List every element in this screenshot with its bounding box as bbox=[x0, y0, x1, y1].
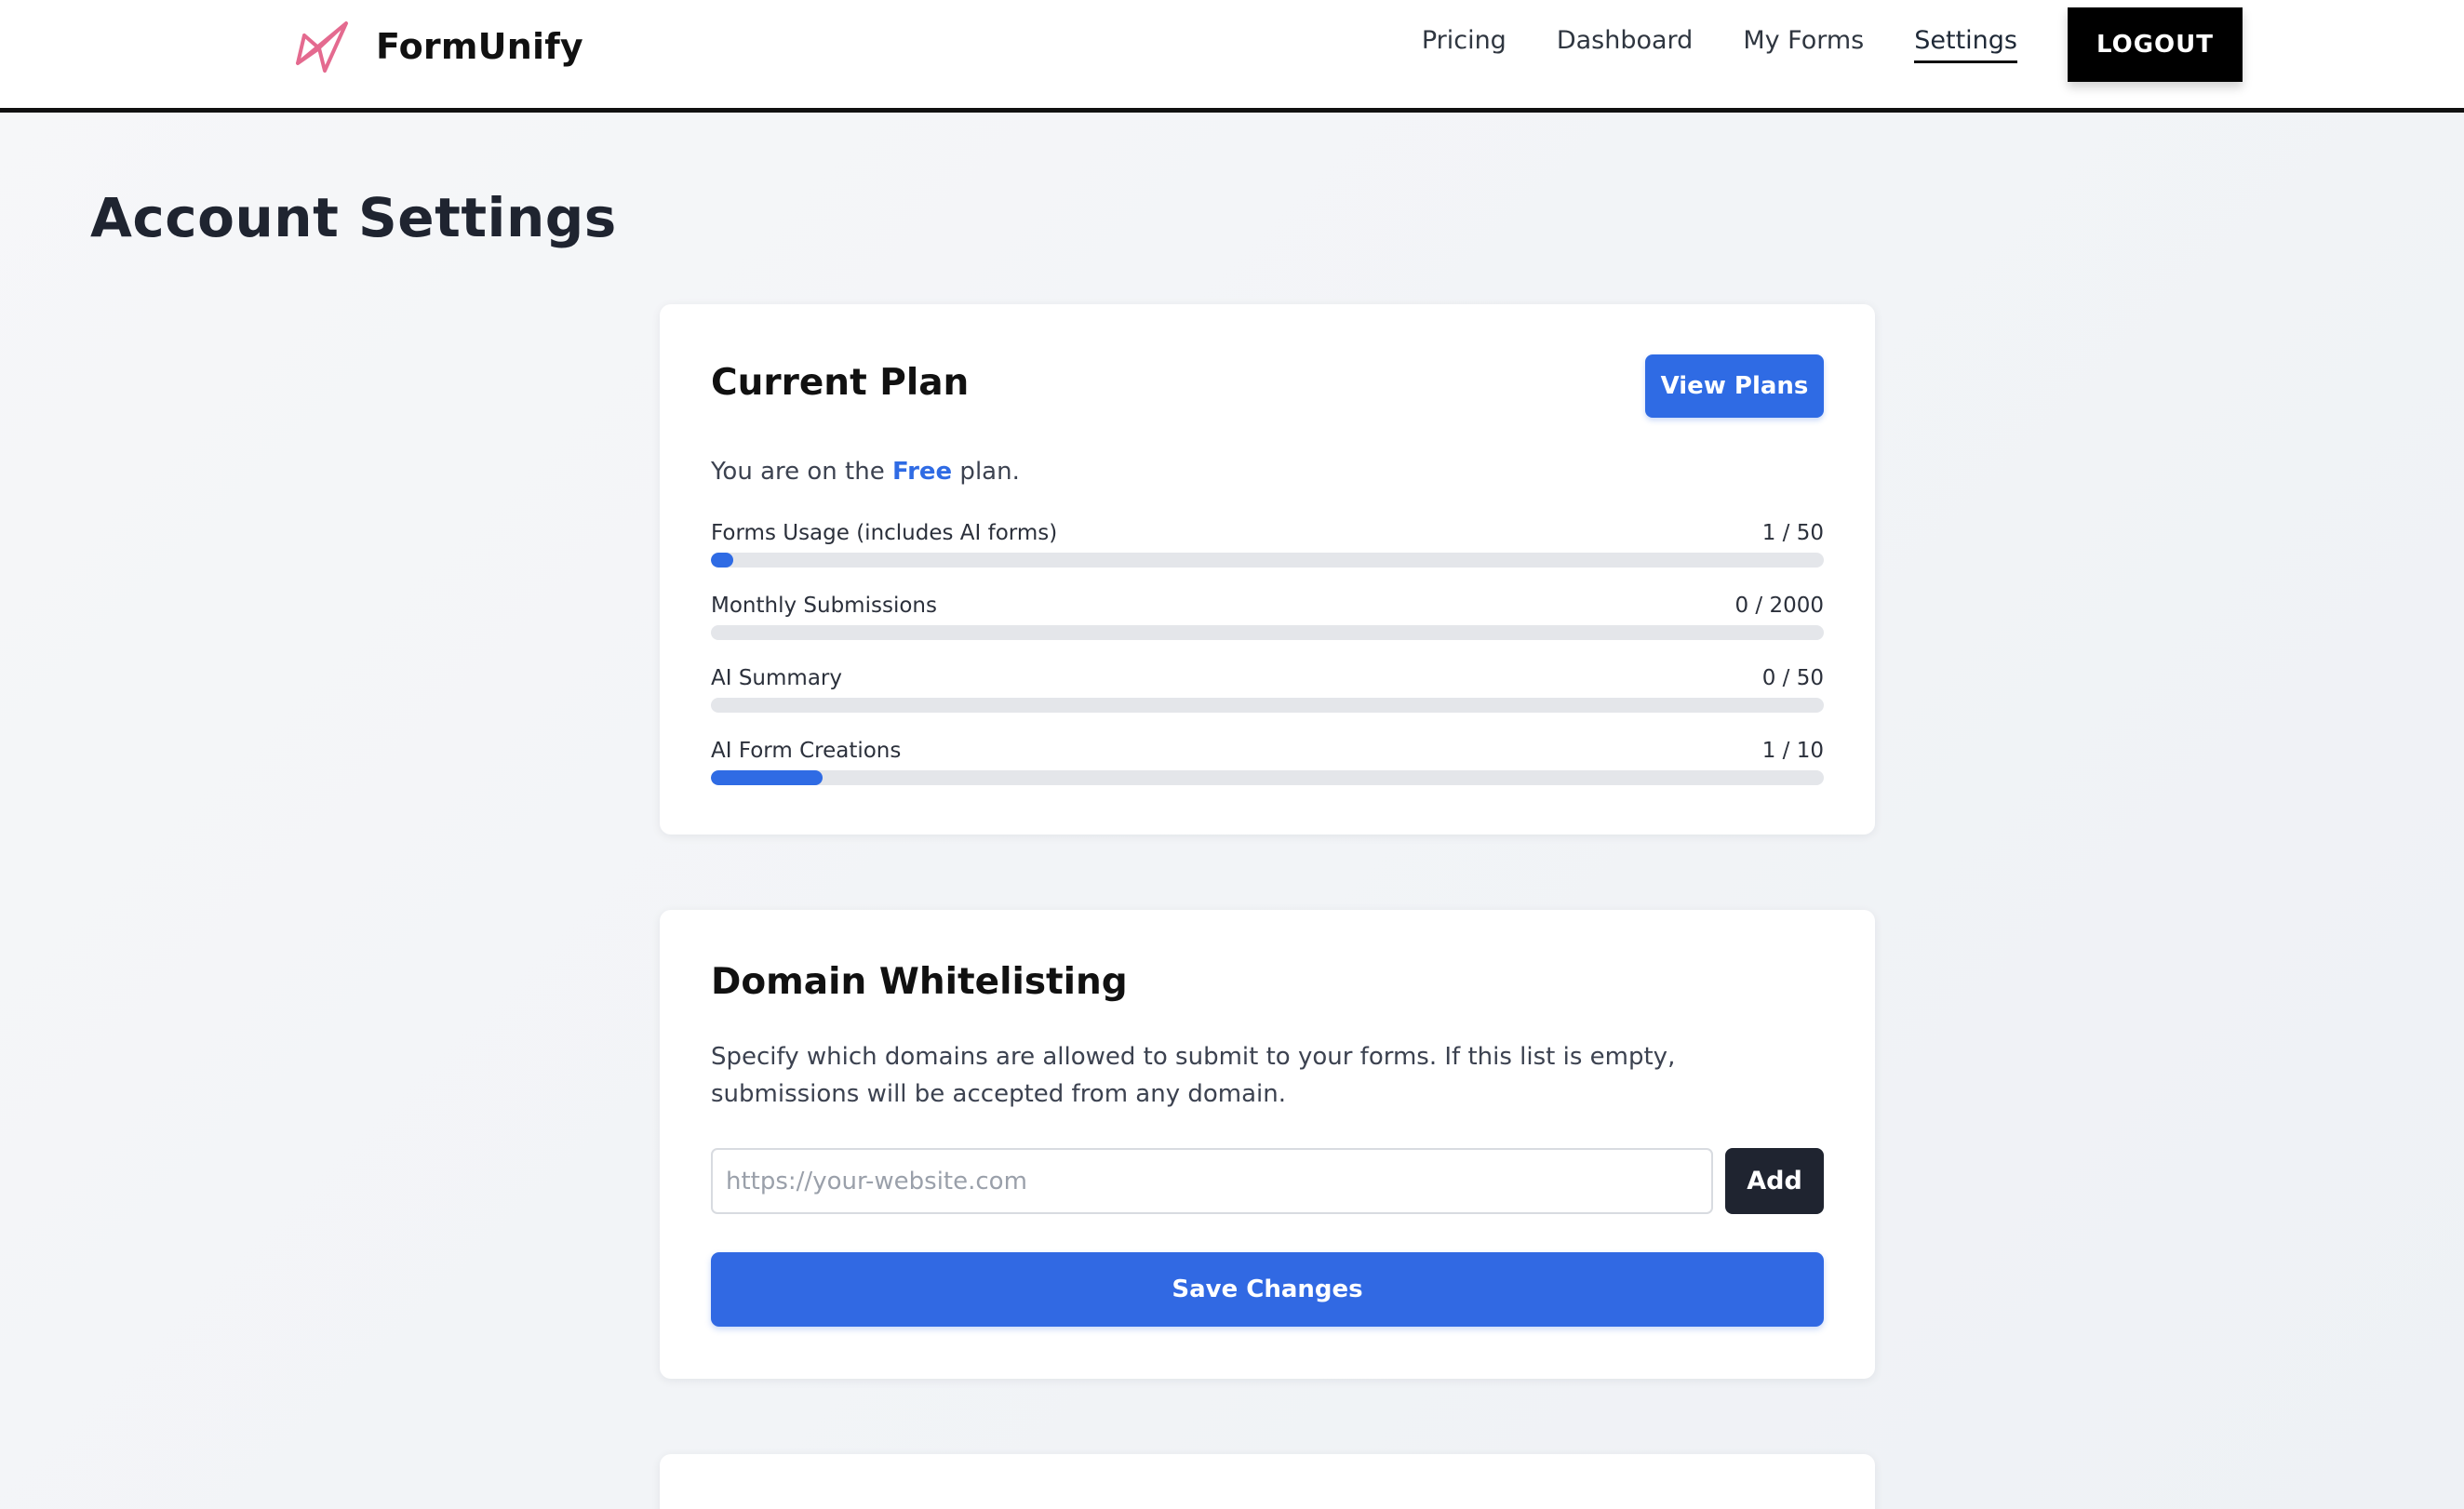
domain-whitelisting-card: Domain Whitelisting Specify which domain… bbox=[660, 910, 1875, 1379]
usage-label: Monthly Submissions bbox=[711, 594, 937, 618]
plan-summary: You are on the Free plan. bbox=[711, 458, 1020, 486]
save-changes-button[interactable]: Save Changes bbox=[711, 1252, 1824, 1327]
usage-label: Forms Usage (includes AI forms) bbox=[711, 521, 1058, 545]
domain-input[interactable] bbox=[711, 1148, 1713, 1214]
usage-progress-track bbox=[711, 698, 1824, 713]
paper-plane-icon bbox=[296, 21, 348, 73]
brand-name: FormUnify bbox=[376, 26, 583, 67]
top-header: FormUnify Pricing Dashboard My Forms Set… bbox=[0, 0, 2464, 113]
usage-row-ai-summary: AI Summary 0 / 50 bbox=[711, 666, 1824, 739]
usage-row-ai-form-creations: AI Form Creations 1 / 10 bbox=[711, 739, 1824, 811]
domain-whitelisting-title: Domain Whitelisting bbox=[711, 961, 1128, 1003]
usage-progress-fill bbox=[711, 770, 823, 785]
account-settings-page: FormUnify Pricing Dashboard My Forms Set… bbox=[0, 0, 2464, 1509]
next-settings-card bbox=[660, 1454, 1875, 1509]
logout-button[interactable]: LOGOUT bbox=[2068, 7, 2243, 82]
usage-progress-track bbox=[711, 770, 1824, 785]
nav-pricing[interactable]: Pricing bbox=[1422, 26, 1507, 63]
current-plan-title: Current Plan bbox=[711, 362, 970, 404]
usage-count: 0 / 50 bbox=[1761, 666, 1824, 690]
plan-name: Free bbox=[891, 458, 953, 486]
usage-list: Forms Usage (includes AI forms) 1 / 50 M… bbox=[711, 521, 1824, 811]
plan-text-before: You are on the bbox=[711, 458, 892, 486]
add-domain-button[interactable]: Add bbox=[1725, 1148, 1824, 1214]
view-plans-button[interactable]: View Plans bbox=[1645, 354, 1824, 418]
usage-label: AI Summary bbox=[711, 666, 842, 690]
usage-row-forms: Forms Usage (includes AI forms) 1 / 50 bbox=[711, 521, 1824, 594]
current-plan-card: Current Plan View Plans You are on the F… bbox=[660, 304, 1875, 835]
nav-my-forms[interactable]: My Forms bbox=[1743, 26, 1864, 63]
brand-logo-link[interactable]: FormUnify bbox=[292, 17, 583, 76]
nav-dashboard[interactable]: Dashboard bbox=[1557, 26, 1693, 63]
usage-count: 0 / 2000 bbox=[1734, 594, 1824, 618]
domain-whitelisting-description: Specify which domains are allowed to sub… bbox=[711, 1043, 1676, 1108]
page-title: Account Settings bbox=[90, 186, 617, 249]
usage-label: AI Form Creations bbox=[711, 739, 902, 763]
nav-settings[interactable]: Settings bbox=[1914, 26, 2017, 63]
usage-progress-track bbox=[711, 553, 1824, 568]
usage-count: 1 / 50 bbox=[1761, 521, 1824, 545]
usage-count: 1 / 10 bbox=[1761, 739, 1824, 763]
plan-text-after: plan. bbox=[952, 458, 1020, 486]
usage-progress-fill bbox=[711, 553, 733, 568]
usage-progress-track bbox=[711, 625, 1824, 640]
main-navigation: Pricing Dashboard My Forms Settings LOGO… bbox=[1422, 0, 2243, 88]
usage-row-monthly-submissions: Monthly Submissions 0 / 2000 bbox=[711, 594, 1824, 666]
